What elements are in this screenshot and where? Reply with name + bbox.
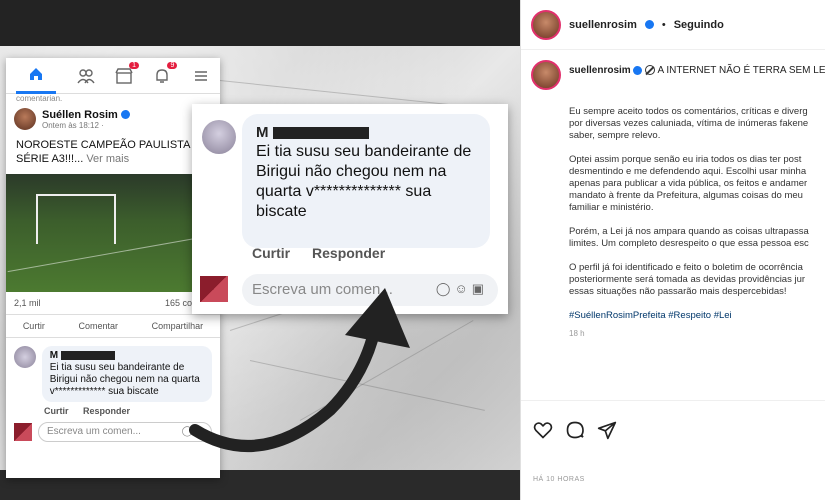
zoomed-commenter-avatar[interactable] bbox=[202, 120, 236, 154]
zoomed-commenter-name[interactable]: M bbox=[256, 124, 269, 141]
post-timestamp: Ontem às 18:12 · bbox=[42, 120, 104, 130]
comment-bubble-icon[interactable] bbox=[565, 420, 585, 440]
notifications-tab[interactable]: 9 bbox=[153, 61, 178, 84]
ig-caption-paragraph: O perfil já foi identificado e feito o b… bbox=[569, 262, 806, 297]
home-icon bbox=[30, 68, 43, 80]
facebook-nav-bar: 1 9 bbox=[6, 58, 220, 94]
friends-tab[interactable] bbox=[77, 68, 95, 84]
ig-post-time: HÁ 10 HORAS bbox=[533, 476, 585, 483]
post-image: 1 9 comentarian. Suéllen Rosim Ontem às … bbox=[0, 0, 520, 500]
like-button[interactable]: Curtir bbox=[23, 321, 45, 331]
prohibited-icon bbox=[645, 65, 656, 76]
instagram-panel: suellenrosim • Seguindo suellenrosim A I… bbox=[520, 0, 825, 500]
heart-icon[interactable] bbox=[533, 420, 553, 440]
comment-like-link[interactable]: Curtir bbox=[44, 406, 69, 416]
ig-caption-paragraph: Eu sempre aceito todos os comentários, c… bbox=[569, 106, 809, 141]
share-paper-plane-icon[interactable] bbox=[597, 420, 617, 440]
see-more-link[interactable]: Ver mais bbox=[86, 153, 129, 165]
post-author-row: Suéllen Rosim Ontem às 18:12 · bbox=[6, 104, 220, 134]
verified-badge-icon bbox=[120, 110, 130, 120]
zoomed-comment-bubble: M Ei tia susu seu bandeirante de Birigui… bbox=[242, 114, 490, 248]
hamburger-menu-icon bbox=[194, 70, 207, 81]
image-dark-band-top bbox=[0, 0, 520, 46]
bell-icon bbox=[156, 68, 169, 83]
friends-icon bbox=[77, 68, 95, 83]
ig-post-header: suellenrosim • Seguindo bbox=[521, 0, 825, 50]
page-logo bbox=[14, 423, 32, 441]
zoomed-comment-text: Ei tia susu seu bandeirante de Birigui n… bbox=[256, 143, 472, 220]
ig-hashtags[interactable]: #SuéllenRosimPrefeita #Respeito #Lei bbox=[531, 310, 815, 321]
verified-badge-icon bbox=[633, 65, 643, 75]
ig-caption: suellenrosim A INTERNET NÃO É TERRA SEM … bbox=[521, 50, 825, 400]
home-tab[interactable] bbox=[16, 58, 57, 94]
ig-caption-paragraph: Optei assim porque senão eu iria todos o… bbox=[569, 154, 808, 213]
ig-action-bar bbox=[533, 420, 617, 440]
ig-caption-username[interactable]: suellenrosim bbox=[569, 65, 631, 76]
ig-caption-avatar[interactable] bbox=[531, 60, 561, 90]
marketplace-badge: 1 bbox=[129, 61, 139, 69]
notifications-badge: 9 bbox=[167, 61, 178, 69]
reactions-count[interactable]: 2,1 mil bbox=[14, 298, 41, 308]
ig-following-button[interactable]: Seguindo bbox=[674, 19, 724, 31]
marketplace-tab[interactable]: 1 bbox=[115, 61, 139, 84]
curved-arrow-icon bbox=[189, 288, 410, 452]
author-name[interactable]: Suéllen Rosim bbox=[42, 109, 118, 121]
censor-bar bbox=[60, 350, 115, 360]
zoomed-censor-bar bbox=[272, 126, 369, 139]
comment-button[interactable]: Comentar bbox=[78, 321, 118, 331]
commenter-avatar[interactable] bbox=[14, 346, 36, 368]
ig-divider bbox=[521, 400, 825, 401]
comment-reply-link[interactable]: Responder bbox=[83, 406, 130, 416]
verified-badge-icon bbox=[644, 20, 654, 29]
marketplace-icon bbox=[115, 67, 133, 84]
facebook-subheader: comentarian. bbox=[16, 94, 63, 103]
write-comment-placeholder: Escreva um comen... bbox=[47, 426, 141, 437]
ig-separator: • bbox=[661, 18, 666, 31]
zoomed-like-link[interactable]: Curtir bbox=[252, 245, 290, 261]
zoomed-reply-link[interactable]: Responder bbox=[312, 245, 385, 261]
ig-username[interactable]: suellenrosim bbox=[569, 19, 637, 31]
ig-profile-avatar[interactable] bbox=[531, 9, 561, 40]
soccer-goal-shape bbox=[36, 194, 116, 244]
zoomed-comment-actions: Curtir Responder bbox=[252, 245, 403, 261]
ig-caption-title: A INTERNET NÃO É TERRA SEM LEI! bbox=[657, 65, 825, 76]
ig-caption-age: 18 h bbox=[569, 329, 585, 338]
camera-emoji-gif-icons[interactable]: ◯☺▣ bbox=[436, 281, 488, 299]
ig-caption-header: suellenrosim A INTERNET NÃO É TERRA SEM … bbox=[531, 60, 825, 90]
ig-caption-paragraph: Porém, a Lei já nos ampara quando as coi… bbox=[569, 226, 809, 249]
post-text: NOROESTE CAMPEÃO PAULISTA SÉRIE A3!!!...… bbox=[6, 134, 220, 170]
commenter-name[interactable]: M bbox=[50, 350, 58, 361]
menu-tab[interactable] bbox=[192, 68, 210, 84]
author-avatar[interactable] bbox=[14, 108, 36, 130]
